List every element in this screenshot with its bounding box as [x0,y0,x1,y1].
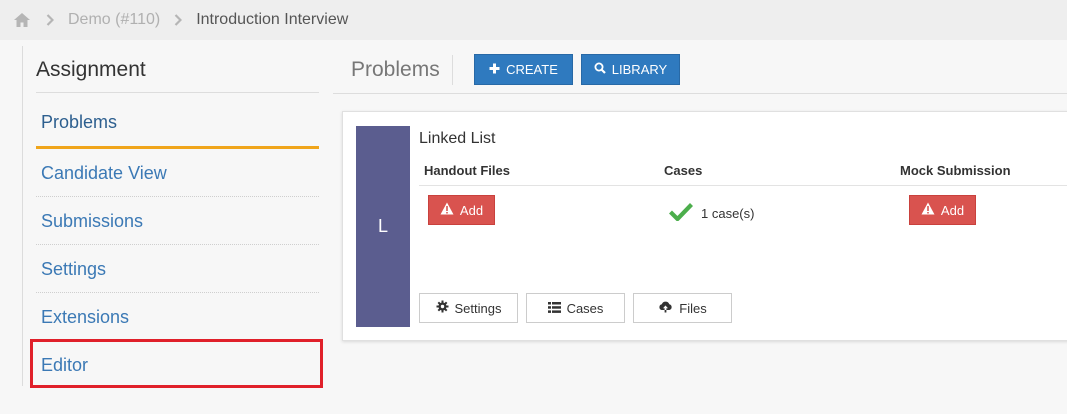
mock-submission-add-button[interactable]: Add [909,195,976,225]
handout-add-button[interactable]: Add [428,195,495,225]
sidebar-item-problems[interactable]: Problems [36,93,319,149]
warning-icon [921,202,935,218]
sidebar-title: Assignment [36,50,319,93]
sidebar-item-submissions[interactable]: Submissions [36,197,319,245]
library-button-label: LIBRARY [611,62,668,77]
chevron-right-icon [174,14,184,26]
breadcrumb-current: Introduction Interview [196,11,349,28]
problem-settings-label: Settings [454,300,502,316]
search-icon [594,62,606,77]
sidebar-item-extensions[interactable]: Extensions [36,293,319,341]
chevron-right-icon [46,14,56,26]
library-button[interactable]: LIBRARY [581,54,680,85]
handout-add-label: Add [459,202,484,218]
warning-icon [440,202,454,218]
sidebar-divider [22,46,23,386]
sidebar-item-candidate-view[interactable]: Candidate View [36,149,319,197]
problem-letter-badge: L [356,126,410,327]
home-icon[interactable] [12,10,32,30]
problem-cases-label: Cases [566,300,604,316]
page-title: Problems [351,58,440,81]
create-button[interactable]: CREATE [474,54,573,85]
cases-status: 1 case(s) [669,202,754,224]
list-icon [547,301,561,316]
column-header-mock-submission: Mock Submission [900,163,1011,178]
problem-settings-button[interactable]: Settings [419,293,518,323]
breadcrumb: Demo (#110) Introduction Interview [0,0,1067,40]
sidebar-item-settings[interactable]: Settings [36,245,319,293]
checkmark-icon [669,202,694,224]
mock-submission-add-label: Add [940,202,965,218]
header-divider [333,93,1067,94]
column-header-handout-files: Handout Files [424,163,510,178]
gear-icon [436,300,449,316]
title-divider [452,55,453,85]
cases-count: 1 case(s) [701,205,755,221]
cloud-upload-icon [658,301,673,316]
breadcrumb-demo[interactable]: Demo (#110) [68,11,160,29]
problem-cases-button[interactable]: Cases [526,293,625,323]
plus-icon [489,62,500,77]
editor-highlight-box [30,339,323,388]
column-header-cases: Cases [664,163,703,178]
problem-files-button[interactable]: Files [633,293,732,323]
problem-card: L Linked List Handout Files Cases Mock S… [342,111,1067,341]
create-button-label: CREATE [506,62,558,77]
problem-files-label: Files [679,300,707,316]
table-header-divider [419,185,1067,186]
problem-name: Linked List [419,130,496,147]
